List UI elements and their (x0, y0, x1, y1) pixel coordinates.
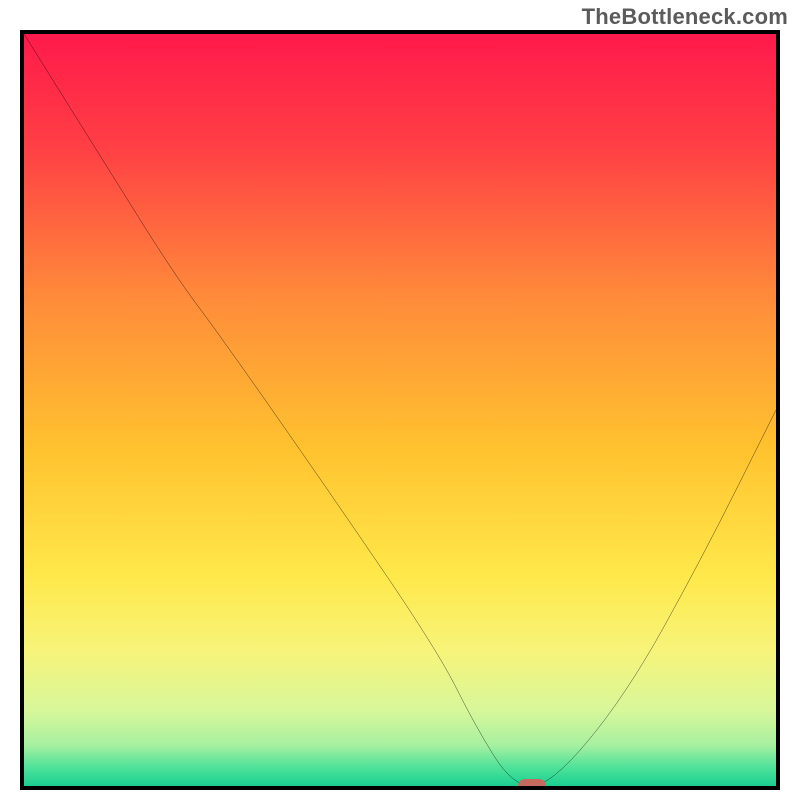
optimal-marker (518, 779, 546, 790)
chart-container: TheBottleneck.com (0, 0, 800, 800)
watermark-text: TheBottleneck.com (582, 4, 788, 30)
bottleneck-curve (24, 34, 776, 786)
line-layer (24, 34, 776, 786)
plot-frame (20, 30, 780, 790)
